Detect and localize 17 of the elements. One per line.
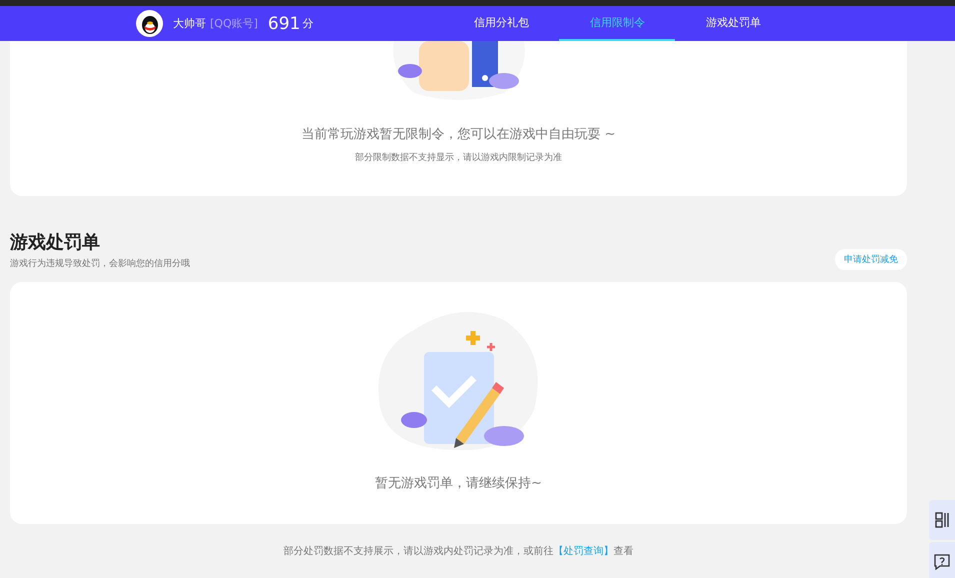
nav-tab[interactable]: 信用分礼包	[443, 6, 560, 41]
note-text: 部分限制数据不支持显示，请以游戏内限制记录为准	[355, 152, 562, 164]
penalty-query-link[interactable]: 【处罚查询】	[554, 546, 614, 557]
empty-message: 当前常玩游戏暂无限制令，您可以在游戏中自由玩耍 ~	[301, 126, 616, 143]
help-icon[interactable]	[929, 542, 955, 578]
footer-note: 部分处罚数据不支持展示，请以游戏内处罚记录为准，或前往【处罚查询】查看	[282, 544, 634, 558]
account-type: [QQ账号]	[210, 16, 258, 31]
empty-message: 暂无游戏罚单，请继续保持~	[375, 475, 542, 492]
credit-score: 691	[268, 14, 300, 34]
apply-reduction-button[interactable]: 申请处罚减免	[835, 249, 907, 270]
section-title: 游戏处罚单	[10, 231, 101, 254]
section-subtitle: 游戏行为违规导致处罚，会影响您的信用分哦	[10, 258, 190, 270]
user-name: 大帅哥	[173, 16, 206, 31]
qr-code-icon[interactable]	[929, 500, 955, 540]
score-unit: 分	[302, 16, 314, 31]
nav-tab[interactable]: 游戏处罚单	[675, 6, 792, 41]
avatar-icon	[136, 10, 163, 37]
